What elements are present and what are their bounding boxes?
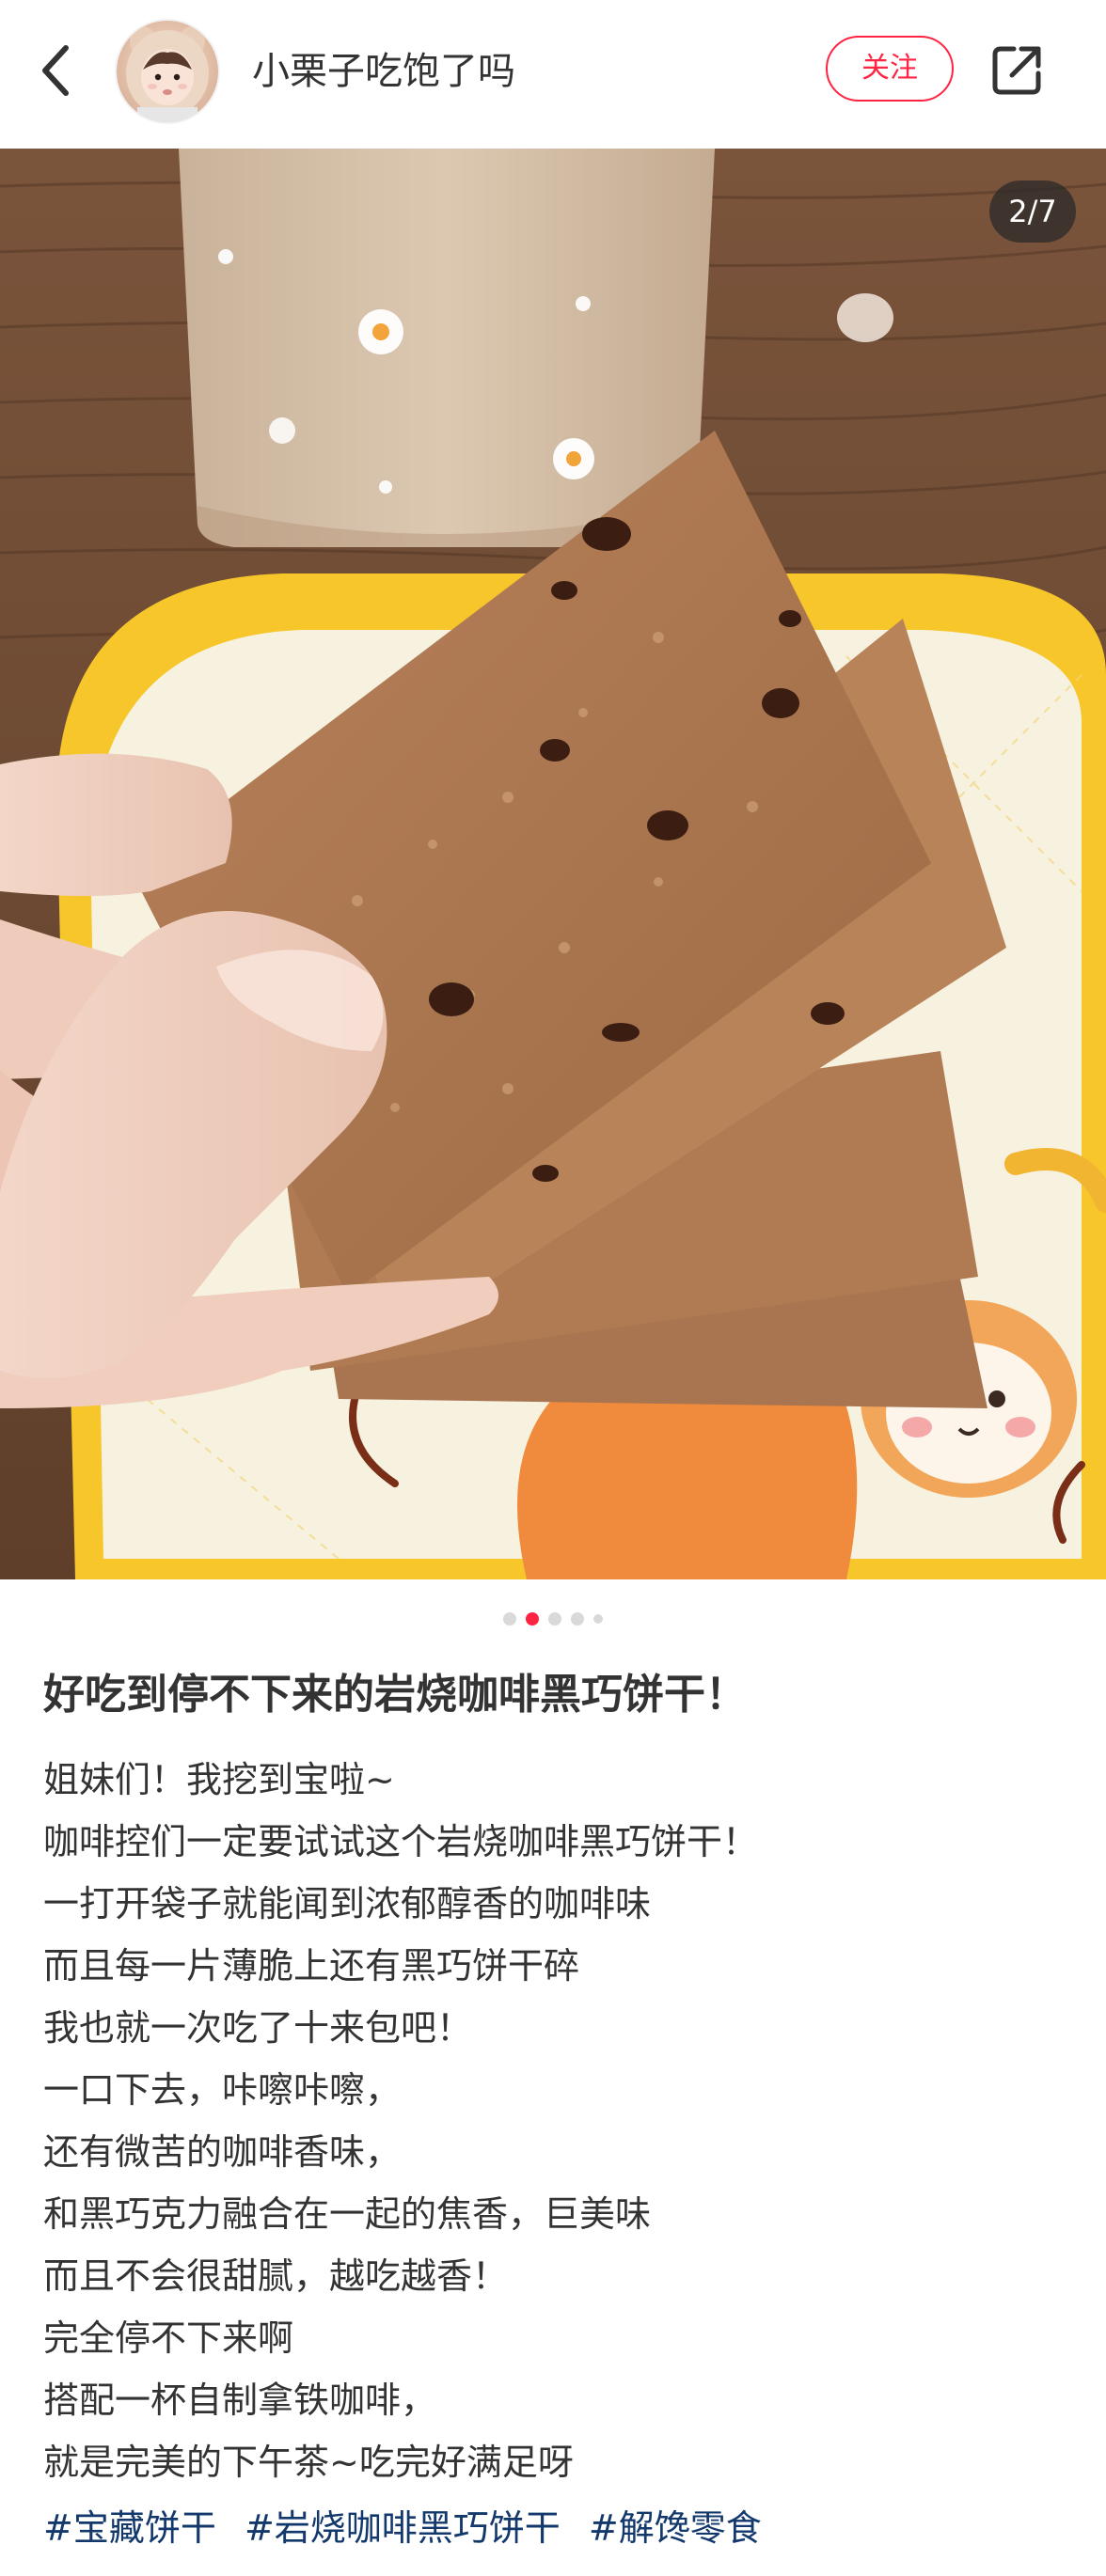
back-arrow-icon (42, 45, 69, 96)
note-body-line: 搭配一杯自制拿铁咖啡， (43, 2380, 437, 2421)
pagination-dot[interactable] (503, 1612, 516, 1626)
pagination-dot[interactable] (593, 1614, 603, 1624)
note-body-line: 咖啡控们一定要试试这个岩烧咖啡黑巧饼干！ (43, 1821, 759, 1862)
avatar[interactable] (117, 21, 218, 122)
note-body-line: 还有微苦的咖啡香味， (43, 2131, 402, 2173)
note-body-line: 一口下去，咔嚓咔嚓， (43, 2069, 402, 2111)
note-body-line: 一打开袋子就能闻到浓郁醇香的咖啡味 (43, 1883, 652, 1924)
hashtag-list: #宝藏饼干 #岩烧咖啡黑巧饼干 #解馋零食 (43, 2497, 1068, 2559)
note-content: 好吃到停不下来的岩烧咖啡黑巧饼干！ 姐妹们！我挖到宝啦~ 咖啡控们一定要试试这个… (43, 1664, 1068, 2559)
pagination-dot[interactable] (571, 1612, 584, 1626)
note-title: 好吃到停不下来的岩烧咖啡黑巧饼干！ (43, 1671, 747, 1719)
note-body-line: 姐妹们！我挖到宝啦~ (43, 1759, 395, 1800)
pagination-dot[interactable] (548, 1612, 561, 1626)
note-body-line: 而且不会很甜腻，越吃越香！ (43, 2255, 509, 2297)
follow-button[interactable]: 关注 (826, 36, 954, 102)
note-body-line: 而且每一片薄脆上还有黑巧饼干碎 (43, 1945, 580, 1987)
note-body-line: 和黑巧克力融合在一起的焦香，巨美味 (43, 2193, 652, 2235)
author-name[interactable]: 小栗子吃饱了吗 (252, 41, 515, 102)
note-image-carousel[interactable]: 2/7 (0, 149, 1106, 1579)
back-button[interactable] (28, 38, 85, 103)
note-body-line: 就是完美的下午茶~吃完好满足呀 (43, 2442, 574, 2483)
hashtag-link[interactable]: #解馋零食 (589, 2507, 762, 2549)
hashtag-link[interactable]: #宝藏饼干 (43, 2507, 216, 2549)
note-body-line: 我也就一次吃了十来包吧！ (43, 2007, 473, 2049)
note-body-line: 完全停不下来啊 (43, 2317, 294, 2359)
note-photo (0, 149, 1106, 1579)
share-button[interactable] (982, 34, 1053, 105)
carousel-pagination (0, 1610, 1106, 1628)
hashtag-link[interactable]: #岩烧咖啡黑巧饼干 (245, 2507, 561, 2549)
image-counter-badge: 2/7 (989, 181, 1076, 243)
pagination-dot-active[interactable] (526, 1612, 539, 1626)
share-icon (992, 46, 1041, 95)
top-bar: 小栗子吃饱了吗 关注 (0, 0, 1106, 149)
